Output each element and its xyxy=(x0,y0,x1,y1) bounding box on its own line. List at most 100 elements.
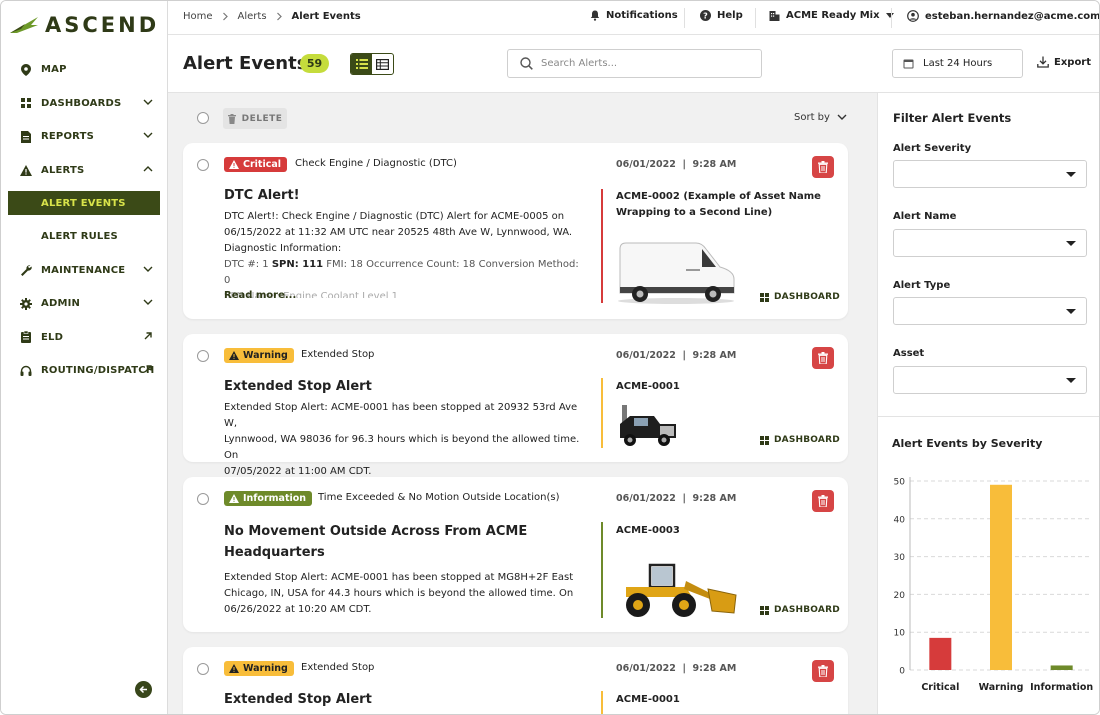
svg-text:?: ? xyxy=(703,11,708,20)
alert-type-select[interactable] xyxy=(893,297,1087,325)
dashboard-link[interactable]: DASHBOARD xyxy=(760,435,840,445)
asset-name[interactable]: ACME-0001 xyxy=(616,379,821,395)
select-alert-checkbox[interactable] xyxy=(197,663,209,675)
trash-icon xyxy=(818,495,828,507)
dashboard-grid-icon xyxy=(760,292,769,302)
sidebar-item-admin[interactable]: ADMIN xyxy=(1,287,167,321)
alert-count-badge: 59 xyxy=(300,54,329,73)
sidebar-item-routing-dispatch[interactable]: ROUTING/DISPATCH xyxy=(1,354,167,388)
sidebar-item-reports[interactable]: REPORTS xyxy=(1,120,167,154)
delete-alert-button[interactable] xyxy=(812,660,834,682)
headset-icon xyxy=(19,364,32,377)
help-circle-icon: ? xyxy=(700,10,711,21)
notifications-label: Notifications xyxy=(606,10,678,21)
description-line: Diagnostic Information: xyxy=(224,243,342,254)
bell-icon xyxy=(590,10,600,21)
asset-name[interactable]: ACME-0001 xyxy=(616,692,821,708)
alert-card[interactable]: Warning Extended Stop 06/01/2022 | 9:28 … xyxy=(183,334,848,477)
chevron-down-icon[interactable] xyxy=(143,97,153,107)
dashboard-link[interactable]: DASHBOARD xyxy=(760,292,840,302)
list-view-icon xyxy=(355,59,368,69)
notifications-button[interactable]: Notifications xyxy=(590,10,678,21)
sidebar-item-alert-events[interactable]: ALERT EVENTS xyxy=(8,191,160,215)
chevron-up-icon[interactable] xyxy=(143,164,153,174)
breadcrumb-alerts[interactable]: Alerts xyxy=(238,11,267,22)
x-tick-label: Warning xyxy=(979,682,1024,693)
external-link-arrow-icon[interactable] xyxy=(143,364,153,374)
select-alert-checkbox[interactable] xyxy=(197,350,209,362)
download-icon xyxy=(1037,56,1049,68)
spn-value: SPN: 111 xyxy=(271,259,324,270)
trash-icon xyxy=(818,665,828,677)
dashboard-link[interactable]: DASHBOARD xyxy=(760,605,840,615)
asset-select[interactable] xyxy=(893,366,1087,394)
delete-alert-button[interactable] xyxy=(812,156,834,178)
sidebar-item-map[interactable]: MAP xyxy=(1,53,167,87)
bar-critical xyxy=(929,637,952,670)
sidebar-item-eld[interactable]: ELD xyxy=(1,321,167,355)
sidebar-item-alert-rules[interactable]: ALERT RULES xyxy=(1,220,167,254)
chevron-right-icon xyxy=(276,12,282,21)
alert-description: Extended Stop Alert: ACME-0001 has been … xyxy=(224,570,584,618)
user-menu[interactable]: esteban.hernandez@acme.com xyxy=(907,10,1099,22)
chevron-down-icon[interactable] xyxy=(143,264,153,274)
table-view-button[interactable] xyxy=(372,54,393,74)
description-line: Extended Stop Alert: ACME-0001 has been … xyxy=(224,402,578,429)
sidebar-item-dashboards[interactable]: DASHBOARDS xyxy=(1,87,167,121)
date-range-picker[interactable]: Last 24 Hours xyxy=(892,49,1023,78)
asset-name[interactable]: ACME-0003 xyxy=(616,523,821,539)
alert-card[interactable]: Warning Extended Stop 06/01/2022 | 9:28 … xyxy=(183,647,848,714)
trash-icon xyxy=(227,113,236,124)
sort-by-dropdown[interactable]: Sort by xyxy=(794,112,847,123)
alert-card[interactable]: Critical Check Engine / Diagnostic (DTC)… xyxy=(183,143,848,319)
select-alert-checkbox[interactable] xyxy=(197,159,209,171)
asset-name[interactable]: ACME-0002 (Example of Asset Name Wrappin… xyxy=(616,189,821,221)
y-tick-label: 50 xyxy=(894,478,906,488)
sidebar-item-alerts[interactable]: ALERTS xyxy=(1,154,167,188)
company-selector[interactable]: ACME Ready Mix xyxy=(769,10,894,21)
description-line: DTC #: 1 SPN: 111 FMI: 18 Occurrence Cou… xyxy=(224,257,584,289)
warning-triangle-icon xyxy=(229,351,239,360)
alert-severity-select[interactable] xyxy=(893,160,1087,188)
clipboard-icon xyxy=(19,331,32,344)
table-view-icon xyxy=(376,58,389,70)
chevron-down-icon[interactable] xyxy=(143,297,153,307)
alert-name: Time Exceeded & No Motion Outside Locati… xyxy=(318,492,560,503)
select-all-checkbox[interactable] xyxy=(197,112,209,124)
filter-label-asset: Asset xyxy=(893,348,925,359)
alert-name: Extended Stop xyxy=(301,662,375,673)
list-toolbar: DELETE Sort by xyxy=(168,93,877,143)
y-tick-label: 10 xyxy=(894,629,906,639)
caret-down-icon xyxy=(885,13,894,18)
help-button[interactable]: ? Help xyxy=(700,10,743,21)
breadcrumb-home[interactable]: Home xyxy=(183,11,213,22)
warning-triangle-icon xyxy=(229,664,239,673)
user-avatar-icon xyxy=(907,10,919,22)
external-link-arrow-icon[interactable] xyxy=(143,331,153,341)
x-tick-label: Information xyxy=(1030,682,1093,693)
description-line: Lynnwood, WA 98036 for 96.3 hours which … xyxy=(224,434,580,461)
select-alert-checkbox[interactable] xyxy=(197,493,209,505)
alert-card[interactable]: Information Time Exceeded & No Motion Ou… xyxy=(183,477,848,632)
search-input[interactable] xyxy=(541,58,741,69)
alert-name-select[interactable] xyxy=(893,229,1087,257)
delete-button[interactable]: DELETE xyxy=(223,108,287,129)
alert-description: Extended Stop Alert: ACME-0001 has been … xyxy=(224,400,584,480)
ascend-logo[interactable]: ASCEND xyxy=(9,13,159,37)
search-box[interactable] xyxy=(507,49,762,78)
list-view-button[interactable] xyxy=(351,54,372,74)
alert-name: Extended Stop xyxy=(301,349,375,360)
alert-time: 9:28 AM xyxy=(692,493,737,504)
alert-datetime: 06/01/2022 | 9:28 AM xyxy=(616,159,737,170)
export-button[interactable]: Export xyxy=(1037,56,1091,68)
delete-alert-button[interactable] xyxy=(812,490,834,512)
sidebar-item-maintenance[interactable]: MAINTENANCE xyxy=(1,254,167,288)
filter-label-alert-name: Alert Name xyxy=(893,211,957,222)
delete-alert-button[interactable] xyxy=(812,347,834,369)
collapse-sidebar-button[interactable] xyxy=(135,681,152,698)
read-more-link[interactable]: Read more... xyxy=(224,290,296,301)
help-label: Help xyxy=(717,10,743,21)
chevron-down-icon[interactable] xyxy=(143,130,153,140)
filter-panel-title: Filter Alert Events xyxy=(893,111,1012,125)
sort-by-label: Sort by xyxy=(794,112,830,123)
